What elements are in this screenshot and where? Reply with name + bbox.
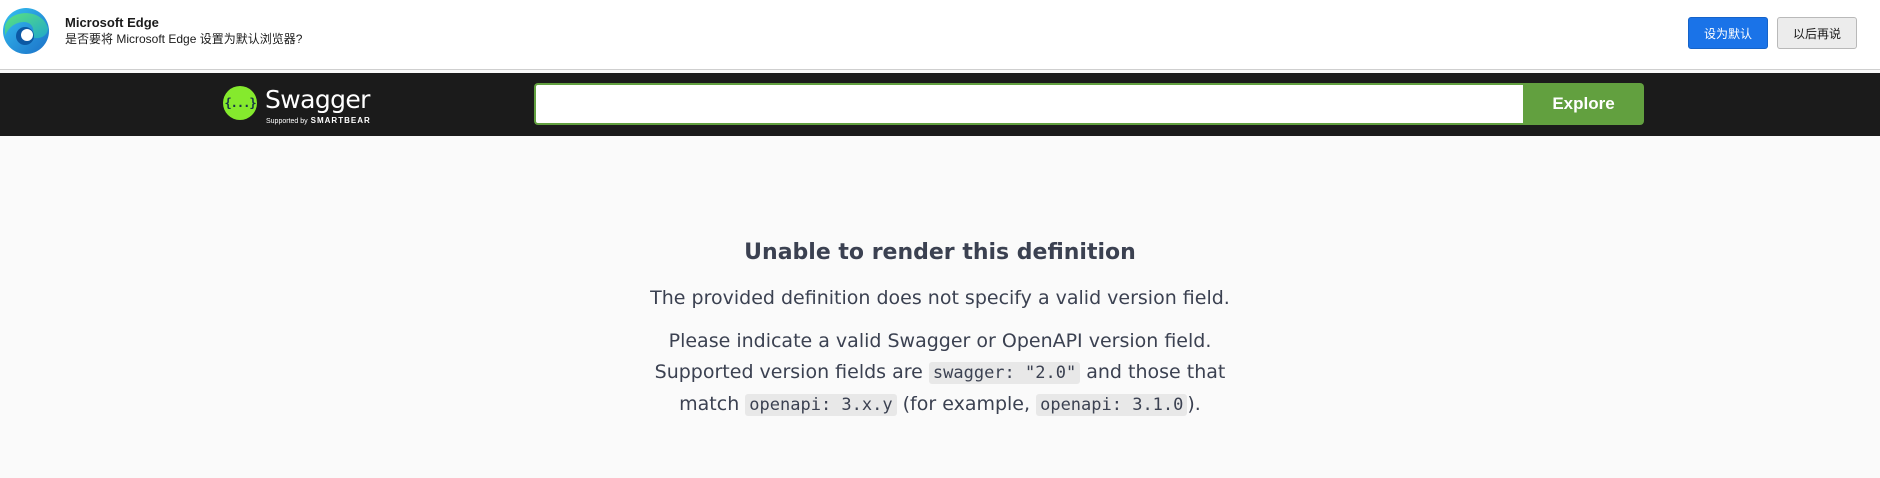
help-line-2a: Supported version fields are xyxy=(654,361,923,383)
supported-by-text: Supported by xyxy=(266,118,308,125)
supported-by-label: Supported by SMARTBEAR xyxy=(266,116,371,125)
help-line-1: Please indicate a valid Swagger or OpenA… xyxy=(668,330,1212,352)
error-description: The provided definition does not specify… xyxy=(650,287,1230,309)
code-openapi-pattern: openapi: 3.x.y xyxy=(745,394,897,416)
code-openapi-example: openapi: 3.1.0 xyxy=(1036,394,1188,416)
error-help-text: Please indicate a valid Swagger or OpenA… xyxy=(0,326,1880,421)
smartbear-brand: SMARTBEAR xyxy=(310,116,371,125)
banner-subtitle: 是否要将 Microsoft Edge 设置为默认浏览器? xyxy=(65,32,303,46)
banner-title: Microsoft Edge xyxy=(65,15,159,30)
banner-texts: Microsoft Edge 是否要将 Microsoft Edge 设置为默认… xyxy=(65,15,302,47)
set-default-button[interactable]: 设为默认 xyxy=(1688,17,1768,49)
definition-url-input[interactable] xyxy=(534,83,1523,125)
not-now-button[interactable]: 以后再说 xyxy=(1777,17,1857,49)
explore-button[interactable]: Explore xyxy=(1523,83,1644,125)
help-line-3b: (for example, xyxy=(902,393,1031,415)
swagger-logo[interactable]: {...} Swagger Supported by SMARTBEAR xyxy=(223,84,373,128)
edge-logo-icon xyxy=(3,8,49,54)
help-line-2b: and those that xyxy=(1086,361,1226,383)
edge-default-browser-banner: Microsoft Edge 是否要将 Microsoft Edge 设置为默认… xyxy=(0,0,1880,70)
help-line-3c: ). xyxy=(1187,393,1201,415)
help-line-3a: match xyxy=(679,393,740,415)
swagger-logo-text: Swagger xyxy=(265,85,370,114)
render-error-message: Unable to render this definition The pro… xyxy=(0,136,1880,421)
swagger-topbar: {...} Swagger Supported by SMARTBEAR Expl… xyxy=(0,73,1880,136)
code-swagger-version: swagger: "2.0" xyxy=(928,362,1081,384)
error-title: Unable to render this definition xyxy=(744,240,1136,265)
swagger-logo-icon: {...} xyxy=(223,86,257,120)
